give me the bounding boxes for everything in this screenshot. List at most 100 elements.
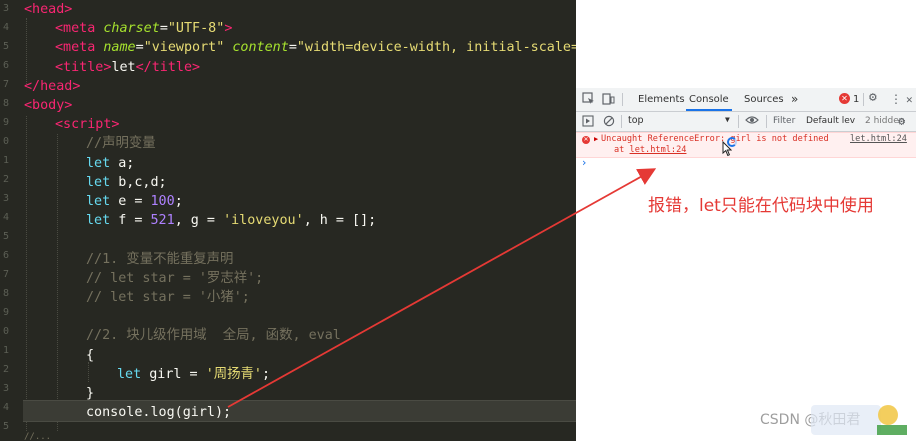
line-number: 5 <box>2 41 9 52</box>
browser-pane: Elements Console Sources » ✕ 1 ⚙ ⋮ ✕ top… <box>576 0 916 441</box>
code-token: content <box>232 40 289 56</box>
error-source-link[interactable]: let.html:24 <box>850 134 907 145</box>
code-token: b,c,d; <box>110 174 167 190</box>
code-line[interactable]: let e = 100; <box>86 192 183 211</box>
separator <box>622 93 623 106</box>
gear-icon[interactable]: ⚙ <box>869 91 877 105</box>
context-selector[interactable]: top <box>628 114 733 128</box>
more-tabs-button[interactable]: » <box>791 88 798 111</box>
code-token: name <box>103 40 136 56</box>
code-token: e = <box>110 194 151 209</box>
code-line[interactable]: let f = 521, g = 'iloveyou', h = []; <box>86 211 376 230</box>
indent-guide <box>26 116 27 431</box>
separator <box>621 115 622 128</box>
console-toolbar: top ▼ Filter Default lev 2 hidden ⚙ <box>576 112 916 132</box>
tab-console[interactable]: Console <box>686 88 732 111</box>
code-line[interactable]: //2. 块儿级作用域 全局, 函数, eval <box>86 326 341 345</box>
code-token: charset <box>103 21 160 37</box>
line-number: 7 <box>2 269 9 280</box>
devtools-tab-bar: Elements Console Sources » ✕ 1 ⚙ ⋮ ✕ <box>576 88 916 112</box>
code-line[interactable]: } <box>86 384 94 403</box>
code-line[interactable]: //1. 变量不能重复声明 <box>86 250 233 269</box>
code-line[interactable]: { <box>86 346 94 365</box>
annotation-text: 报错，let只能在代码块中使用 <box>648 196 874 216</box>
code-token: '周扬青' <box>205 366 262 382</box>
line-number-gutter: 3 4 5 6 7 8 9 0 1 2 3 4 5 6 7 8 9 0 1 2 3 4 5 <box>0 0 10 441</box>
device-toolbar-icon[interactable] <box>602 92 615 108</box>
code-token: , h = []; <box>303 213 377 229</box>
line-number: 7 <box>2 79 9 90</box>
code-token: <meta <box>55 21 104 37</box>
code-token: let <box>117 366 142 382</box>
sidebar-icon[interactable] <box>582 115 594 130</box>
code-token: <meta <box>55 40 104 56</box>
code-token: let <box>86 174 111 190</box>
inspect-icon[interactable] <box>582 92 595 108</box>
code-token: let <box>86 213 111 229</box>
close-icon[interactable]: ✕ <box>906 93 913 107</box>
code-token: "width=device-width, initial-scale=1.0" <box>296 40 578 56</box>
code-line[interactable]: </head> <box>24 77 80 96</box>
filter-input[interactable]: Filter <box>773 114 798 128</box>
code-editor[interactable]: 3 4 5 6 7 8 9 0 1 2 3 4 5 6 7 8 9 0 1 2 3 4 5 <head> <meta char… <box>0 0 578 441</box>
log-levels-dropdown[interactable]: Default lev <box>806 114 855 128</box>
mouse-cursor-icon <box>722 141 732 157</box>
code-line[interactable]: // let star = '罗志祥'; <box>86 269 263 288</box>
code-line[interactable]: // let star = '小猪'; <box>86 288 250 307</box>
code-token: let <box>86 155 111 171</box>
code-token: { <box>86 347 95 363</box>
indent-guide <box>57 134 58 431</box>
code-line[interactable]: let b,c,d; <box>86 173 167 192</box>
line-number: 6 <box>2 250 9 261</box>
code-token: "UTF-8" <box>167 21 225 37</box>
tab-elements[interactable]: Elements <box>638 88 685 111</box>
code-line[interactable]: <meta name="viewport" content="width=dev… <box>55 38 578 57</box>
console-error-message[interactable]: ✕ ▶ Uncaught ReferenceError: girl is not… <box>576 132 916 158</box>
code-token: "viewport" <box>143 40 225 56</box>
chevron-down-icon[interactable]: ▼ <box>725 115 730 124</box>
code-line[interactable]: <title>let</title> <box>55 58 200 77</box>
code-line[interactable]: <meta charset="UTF-8"> <box>55 19 232 38</box>
code-line[interactable]: let a; <box>86 154 134 173</box>
separator <box>863 93 864 106</box>
code-line[interactable]: let girl = '周扬青'; <box>117 365 270 384</box>
code-token: // let star = '小猪'; <box>86 290 250 305</box>
console-prompt[interactable]: › <box>582 156 586 169</box>
code-line[interactable]: <head> <box>24 0 72 19</box>
code-token: } <box>86 386 95 401</box>
stack-prefix: at <box>614 145 630 155</box>
code-token: girl = <box>141 366 206 382</box>
line-number: 9 <box>2 117 9 128</box>
expand-triangle-icon[interactable]: ▶ <box>594 135 598 143</box>
code-token: = <box>159 21 168 37</box>
line-number: 4 <box>2 212 9 223</box>
code-line[interactable]: <body> <box>24 96 72 115</box>
line-number: 8 <box>2 288 9 299</box>
clear-console-icon[interactable] <box>603 115 615 130</box>
more-icon[interactable]: ⋮ <box>890 92 902 106</box>
settings-icon[interactable]: ⚙ <box>898 113 905 129</box>
code-token: <head> <box>24 2 73 17</box>
indent-guide <box>26 18 27 84</box>
tab-sources[interactable]: Sources <box>744 88 784 111</box>
line-number: 4 <box>2 22 9 33</box>
line-number: 3 <box>2 193 9 204</box>
eye-icon[interactable] <box>745 113 759 132</box>
line-number: 3 <box>2 383 9 394</box>
error-icon[interactable]: ✕ <box>839 93 850 104</box>
error-text: Uncaught ReferenceError: girl is not def… <box>601 134 829 144</box>
code-token: a; <box>110 155 135 171</box>
error-stack-line: at let.html:24 <box>614 145 686 156</box>
separator <box>738 115 739 128</box>
code-line[interactable]: //声明变量 <box>86 134 156 153</box>
code-line[interactable]: <script> <box>55 115 120 134</box>
line-number: 0 <box>2 326 9 337</box>
code-line[interactable]: console.log(girl); <box>86 403 231 422</box>
code-token: </title> <box>135 59 201 75</box>
error-count[interactable]: 1 <box>853 88 859 111</box>
code-token: let <box>111 59 136 75</box>
code-token: // let star = '罗志祥'; <box>86 270 264 286</box>
code-token: = <box>288 40 297 56</box>
code-token: <body> <box>24 98 73 113</box>
stack-source-link[interactable]: let.html:24 <box>630 145 687 155</box>
